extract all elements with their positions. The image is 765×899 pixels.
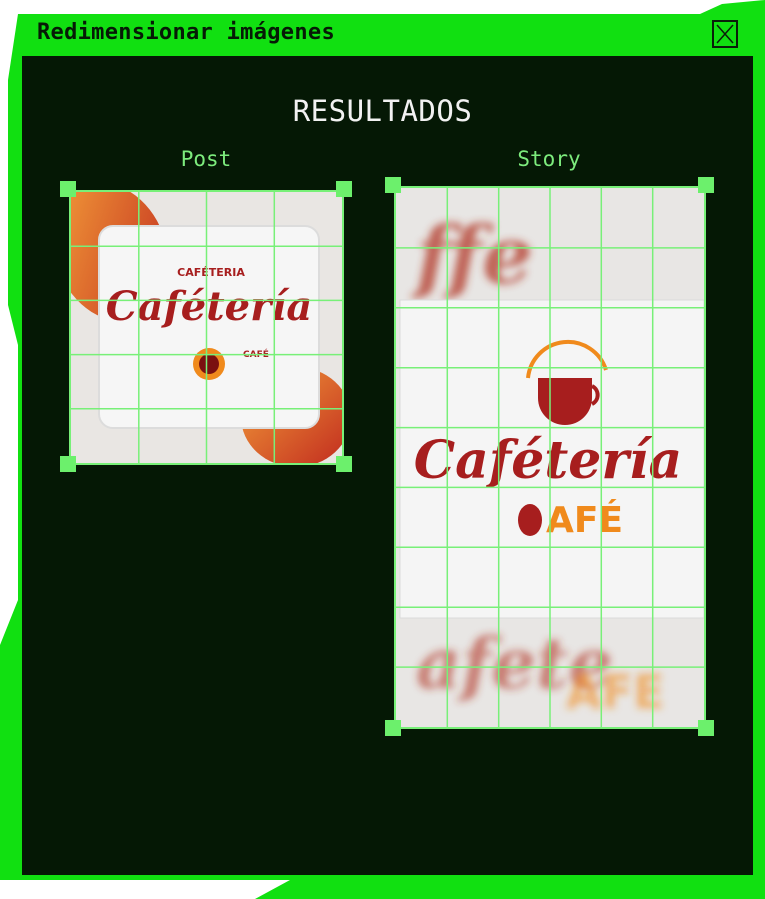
post-handle-top-right[interactable] — [336, 181, 352, 197]
post-crop-grid — [71, 192, 342, 463]
story-handle-top-right[interactable] — [698, 177, 714, 193]
window-title: Redimensionar imágenes — [37, 20, 335, 45]
story-preview[interactable]: ffe afete AFE Cafétería AFÉ — [394, 186, 706, 729]
story-handle-bottom-left[interactable] — [385, 720, 401, 736]
story-label: Story — [517, 147, 581, 171]
post-handle-top-left[interactable] — [60, 181, 76, 197]
story-handle-top-left[interactable] — [385, 177, 401, 193]
post-label: Post — [180, 147, 232, 171]
story-handle-bottom-right[interactable] — [698, 720, 714, 736]
close-button[interactable] — [712, 20, 738, 48]
post-preview[interactable]: CAFÉTERIA Cafétería CAFÉ — [69, 190, 344, 465]
post-handle-bottom-left[interactable] — [60, 456, 76, 472]
results-heading: RESULTADOS — [292, 94, 473, 128]
story-crop-grid — [396, 188, 704, 727]
close-icon — [716, 24, 734, 44]
post-handle-bottom-right[interactable] — [336, 456, 352, 472]
